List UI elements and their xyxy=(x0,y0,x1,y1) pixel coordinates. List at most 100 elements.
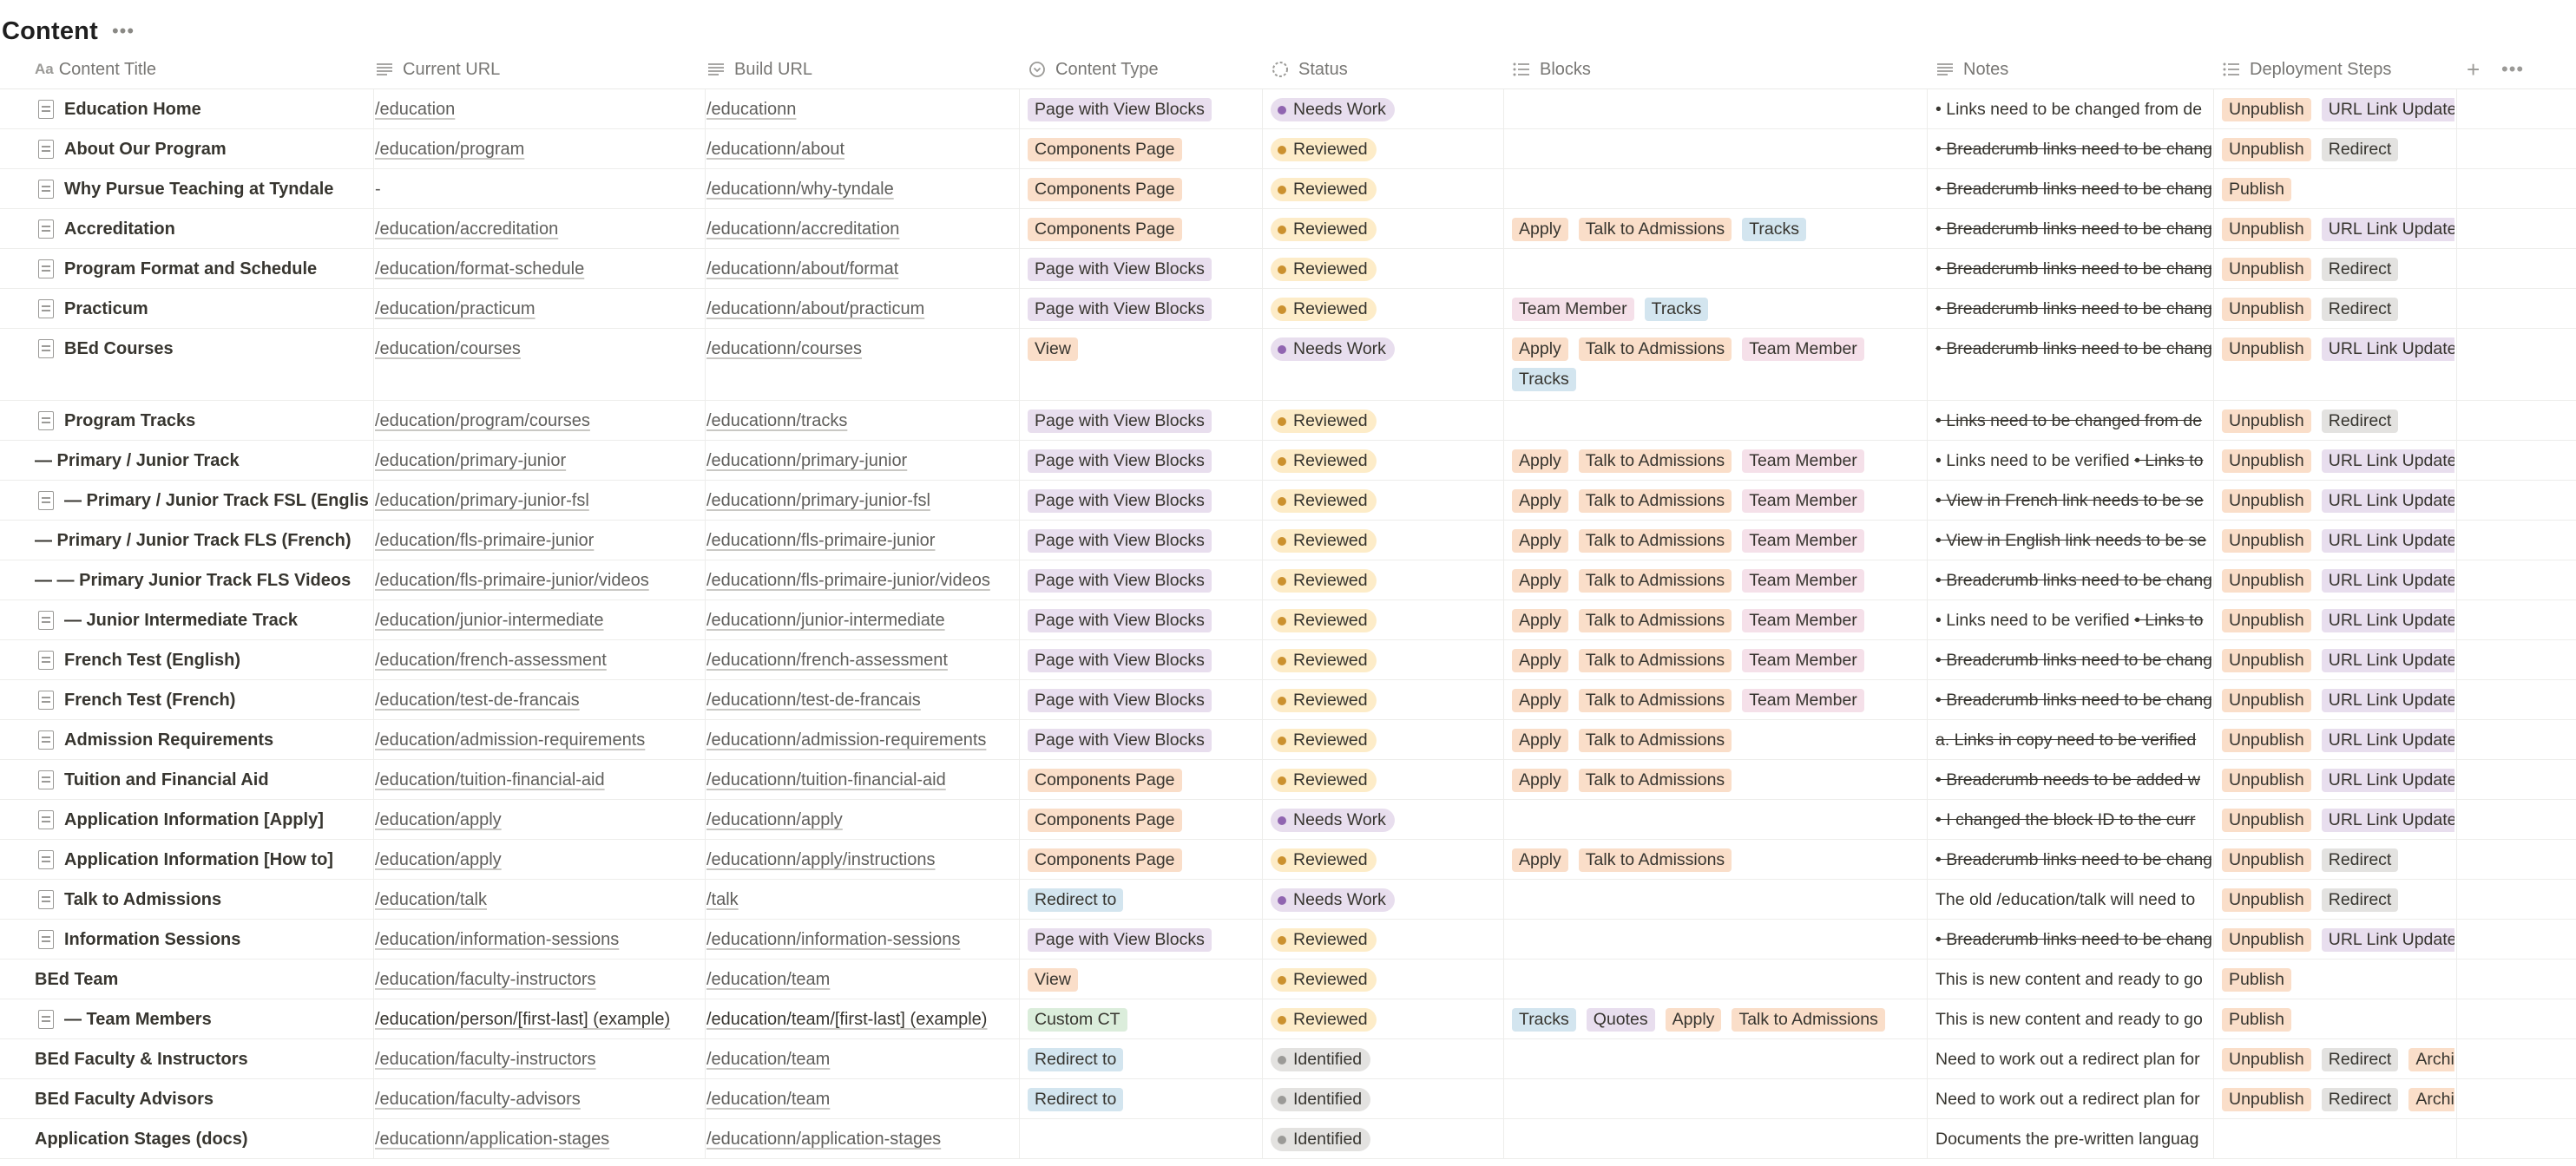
status-cell[interactable]: Reviewed xyxy=(1271,521,1498,560)
build-url-cell[interactable]: /educationn/about/format xyxy=(706,249,1010,288)
content-type-cell[interactable]: Page with View Blocks xyxy=(1028,720,1253,759)
build-url-cell[interactable]: /educationn/admission-requirements xyxy=(706,720,1010,759)
content-type-cell[interactable] xyxy=(1028,1119,1253,1158)
current-url-cell[interactable]: /education/program/courses xyxy=(375,401,694,440)
notes-cell[interactable]: This is new content and ready to go xyxy=(1935,999,2211,1038)
blocks-cell[interactable]: Apply Talk to Admissions Team Member xyxy=(1512,680,1920,719)
blocks-cell[interactable] xyxy=(1512,1039,1920,1078)
content-title-cell[interactable]: — Junior Intermediate Track xyxy=(38,600,368,639)
build-url-cell[interactable]: /education/team xyxy=(706,960,1010,999)
deployment-steps-cell[interactable]: Unpublish Redirect xyxy=(2222,880,2454,919)
table-row[interactable]: Program Tracks/education/program/courses… xyxy=(0,401,2576,441)
table-row[interactable]: Accreditation/education/accreditation/ed… xyxy=(0,209,2576,249)
table-row[interactable]: Practicum/education/practicum/educationn… xyxy=(0,289,2576,329)
table-row[interactable]: — Primary / Junior Track FLS (French) /ed… xyxy=(0,521,2576,560)
notes-cell[interactable]: Need to work out a redirect plan for xyxy=(1935,1079,2211,1118)
content-title-cell[interactable]: BEd Faculty & Instructors xyxy=(35,1039,365,1078)
current-url-cell[interactable]: /education/practicum xyxy=(375,289,694,328)
notes-cell[interactable]: Need to work out a redirect plan for xyxy=(1935,1039,2211,1078)
content-title-cell[interactable]: Application Stages (docs) xyxy=(35,1119,365,1158)
blocks-cell[interactable]: Apply Talk to Admissions Team Member xyxy=(1512,640,1920,679)
current-url-cell[interactable]: /education/apply xyxy=(375,840,694,879)
content-title-cell[interactable]: Talk to Admissions xyxy=(38,880,368,919)
notes-cell[interactable]: This is new content and ready to go xyxy=(1935,960,2211,999)
content-type-cell[interactable]: Components Page xyxy=(1028,800,1253,839)
build-url-cell[interactable]: /educationn/about xyxy=(706,129,1010,168)
blocks-cell[interactable] xyxy=(1512,800,1920,839)
content-type-cell[interactable]: Page with View Blocks xyxy=(1028,401,1253,440)
blocks-cell[interactable] xyxy=(1512,960,1920,999)
deployment-steps-cell[interactable]: Unpublish Redirect Archive xyxy=(2222,1079,2454,1118)
deployment-steps-cell[interactable]: Unpublish URL Link Updates xyxy=(2222,640,2454,679)
blocks-cell[interactable] xyxy=(1512,401,1920,440)
blocks-cell[interactable]: Apply Talk to Admissions xyxy=(1512,840,1920,879)
deployment-steps-cell[interactable]: Unpublish URL Link Updates xyxy=(2222,329,2454,400)
current-url-cell[interactable]: /education/french-assessment xyxy=(375,640,694,679)
status-cell[interactable]: Reviewed xyxy=(1271,840,1498,879)
current-url-cell[interactable]: /education/talk xyxy=(375,880,694,919)
content-type-cell[interactable]: Page with View Blocks xyxy=(1028,560,1253,599)
header-content-type[interactable]: Content Type xyxy=(1028,50,1253,88)
build-url-cell[interactable]: /educationn/fls-primaire-junior/videos xyxy=(706,560,1010,599)
blocks-cell[interactable]: Apply Talk to Admissions Team Member xyxy=(1512,600,1920,639)
deployment-steps-cell[interactable]: Unpublish URL Link Updates xyxy=(2222,800,2454,839)
content-title-cell[interactable]: — Primary / Junior Track FLS (French) xyxy=(35,521,365,560)
blocks-cell[interactable] xyxy=(1512,169,1920,208)
notes-cell[interactable]: The old /education/talk will need to xyxy=(1935,880,2211,919)
header-blocks[interactable]: Blocks xyxy=(1512,50,1920,88)
status-cell[interactable]: Reviewed xyxy=(1271,999,1498,1038)
table-row[interactable]: BEd Faculty Advisors/education/faculty-a… xyxy=(0,1079,2576,1119)
notes-cell[interactable]: • Breadcrumb links need to be change xyxy=(1935,640,2211,679)
content-type-cell[interactable]: Redirect to xyxy=(1028,1039,1253,1078)
content-type-cell[interactable]: Redirect to xyxy=(1028,880,1253,919)
blocks-cell[interactable] xyxy=(1512,920,1920,959)
blocks-cell[interactable]: Apply Talk to Admissions Tracks xyxy=(1512,209,1920,248)
content-type-cell[interactable]: Page with View Blocks xyxy=(1028,249,1253,288)
build-url-cell[interactable]: /educationn/fls-primaire-junior xyxy=(706,521,1010,560)
build-url-cell[interactable]: /educationn/primary-junior-fsl xyxy=(706,481,1010,520)
status-cell[interactable]: Reviewed xyxy=(1271,401,1498,440)
content-type-cell[interactable]: View xyxy=(1028,329,1253,400)
current-url-cell[interactable]: /education/test-de-francais xyxy=(375,680,694,719)
notes-cell[interactable]: • Breadcrumb links need to be change xyxy=(1935,129,2211,168)
status-cell[interactable]: Reviewed xyxy=(1271,129,1498,168)
table-row[interactable]: BEd Courses/education/courses/educationn… xyxy=(0,329,2576,401)
deployment-steps-cell[interactable]: Unpublish URL Link Updates xyxy=(2222,89,2454,128)
table-row[interactable]: — Primary / Junior Track FSL (English) /e… xyxy=(0,481,2576,521)
blocks-cell[interactable] xyxy=(1512,129,1920,168)
blocks-cell[interactable]: Tracks Quotes Apply Talk to Admissions xyxy=(1512,999,1920,1038)
notes-cell[interactable]: • View in French link needs to be se xyxy=(1935,481,2211,520)
status-cell[interactable]: Needs Work xyxy=(1271,880,1498,919)
status-cell[interactable]: Reviewed xyxy=(1271,560,1498,599)
blocks-cell[interactable]: Apply Talk to Admissions xyxy=(1512,760,1920,799)
content-title-cell[interactable]: Tuition and Financial Aid xyxy=(38,760,368,799)
content-title-cell[interactable]: Education Home xyxy=(38,89,368,128)
current-url-cell[interactable]: /education/primary-junior-fsl xyxy=(375,481,694,520)
header-content-title[interactable]: Aa Content Title xyxy=(35,50,365,88)
current-url-cell[interactable]: /education/admission-requirements xyxy=(375,720,694,759)
status-cell[interactable]: Needs Work xyxy=(1271,329,1498,400)
notes-cell[interactable]: • Breadcrumb needs to be added w xyxy=(1935,760,2211,799)
add-property-icon[interactable]: + xyxy=(2467,50,2480,88)
content-title-cell[interactable]: BEd Team xyxy=(35,960,365,999)
deployment-steps-cell[interactable]: Publish xyxy=(2222,169,2454,208)
content-type-cell[interactable]: Redirect to xyxy=(1028,1079,1253,1118)
content-type-cell[interactable]: Page with View Blocks xyxy=(1028,289,1253,328)
notes-cell[interactable]: • Links need to be verified • Links to xyxy=(1935,600,2211,639)
content-title-cell[interactable]: Application Information [How to] xyxy=(38,840,368,879)
build-url-cell[interactable]: /education/team xyxy=(706,1039,1010,1078)
notes-cell[interactable]: • Links need to be verified • Links to xyxy=(1935,441,2211,480)
content-title-cell[interactable]: Accreditation xyxy=(38,209,368,248)
content-title-cell[interactable]: French Test (French) xyxy=(38,680,368,719)
blocks-cell[interactable]: Apply Talk to Admissions Team Member Tracks xyxy=(1512,329,1920,400)
content-type-cell[interactable]: Components Page xyxy=(1028,209,1253,248)
notes-cell[interactable]: a. Links in copy need to be verified xyxy=(1935,720,2211,759)
table-row[interactable]: Talk to Admissions/education/talk/talk Re… xyxy=(0,880,2576,920)
deployment-steps-cell[interactable]: Unpublish Redirect xyxy=(2222,840,2454,879)
blocks-cell[interactable]: Apply Talk to Admissions xyxy=(1512,720,1920,759)
build-url-cell[interactable]: /educationn/apply xyxy=(706,800,1010,839)
table-row[interactable]: BEd Faculty & Instructors/education/facu… xyxy=(0,1039,2576,1079)
status-cell[interactable]: Reviewed xyxy=(1271,640,1498,679)
content-title-cell[interactable]: Admission Requirements xyxy=(38,720,368,759)
content-title-cell[interactable]: — Primary / Junior Track FSL (English) xyxy=(38,481,368,520)
